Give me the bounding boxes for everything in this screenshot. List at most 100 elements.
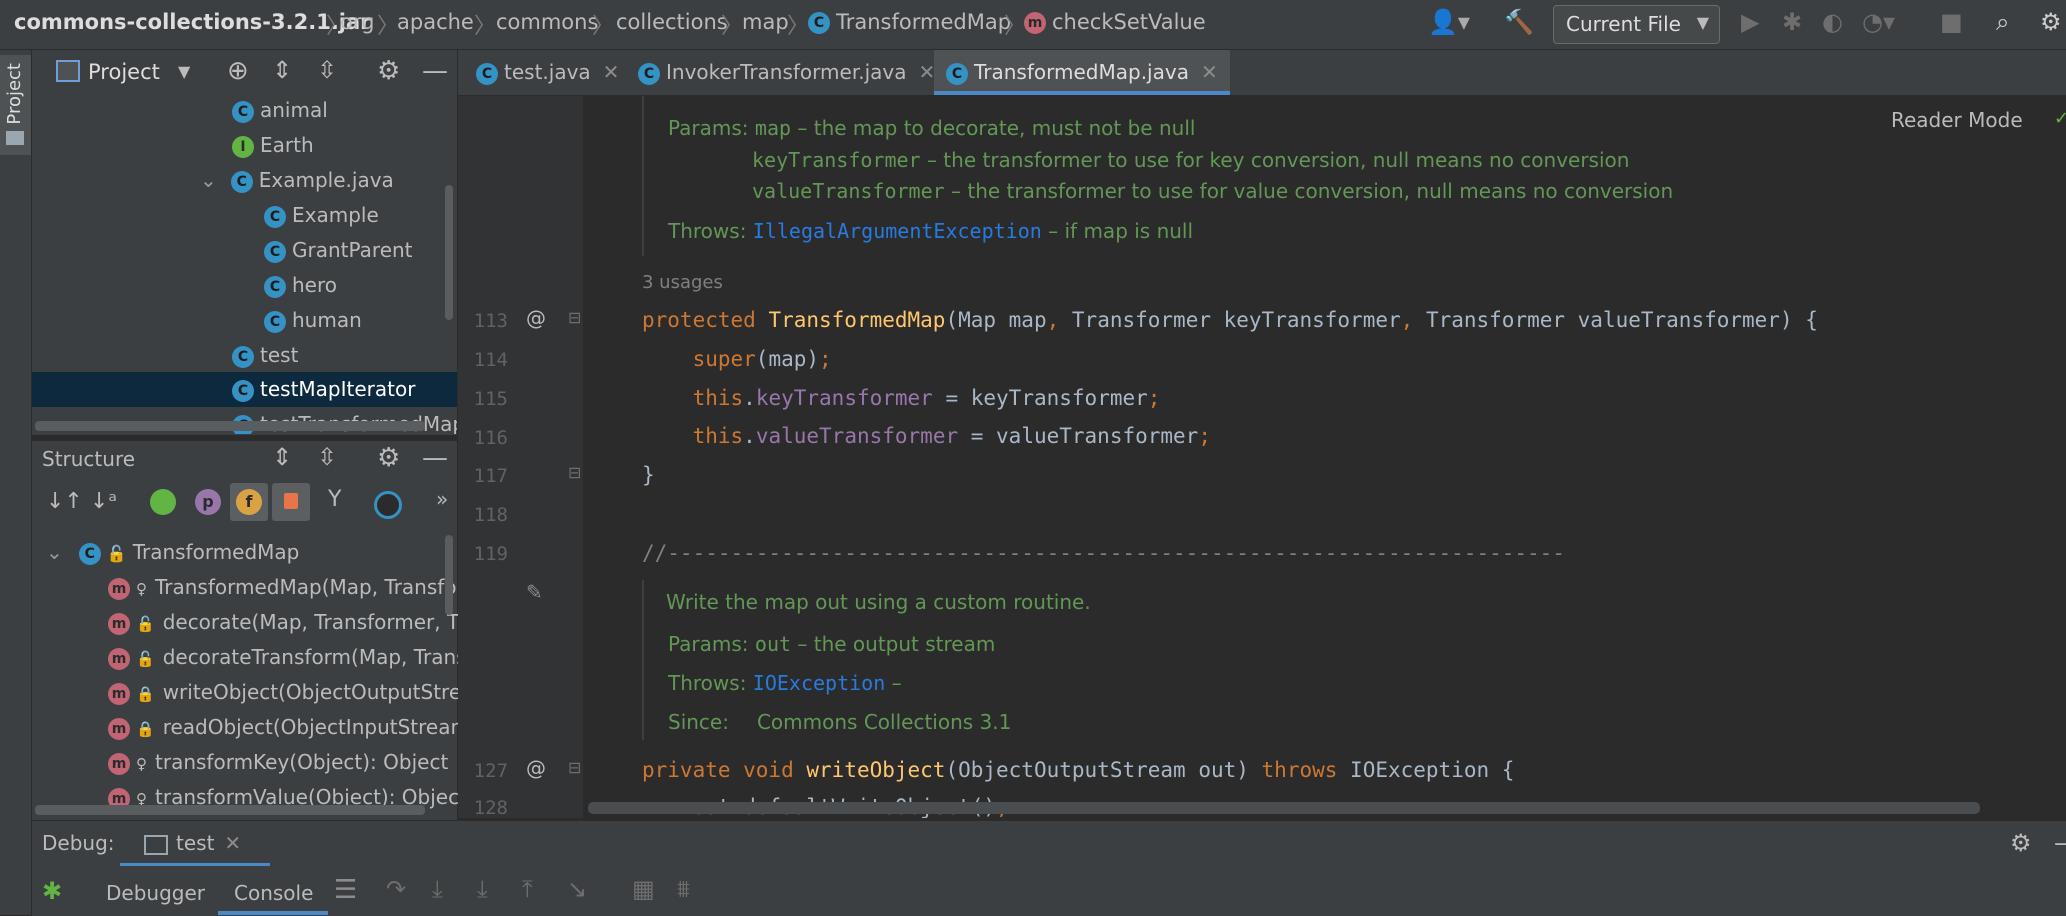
breadcrumb-org[interactable]: org <box>340 10 374 34</box>
anonymous-classes-icon[interactable] <box>374 491 402 519</box>
show-inherited-icon[interactable] <box>150 489 176 515</box>
breadcrumb-map[interactable]: map <box>742 10 789 34</box>
structure-vertical-scrollbar[interactable] <box>445 535 453 615</box>
javadoc-throws-link[interactable]: IllegalArgumentException <box>753 219 1042 243</box>
tab-label: TransformedMap.java <box>974 60 1189 84</box>
gear-icon[interactable]: ⚙ <box>2010 829 2032 857</box>
fold-end-icon[interactable]: ⊟ <box>568 463 581 482</box>
javadoc-param-name: map <box>754 116 792 140</box>
structure-root[interactable]: ⌄ C 🔓 TransformedMap <box>46 540 299 565</box>
tab-debugger[interactable]: Debugger <box>106 881 205 905</box>
evaluate-expression-icon[interactable]: ▦ <box>632 875 655 903</box>
minimize-icon[interactable]: — <box>422 443 448 473</box>
coverage-icon[interactable]: ◐ <box>1822 8 1843 36</box>
show-fields-toggle[interactable]: f <box>230 483 268 521</box>
annotation-marker-icon[interactable]: @ <box>526 756 546 780</box>
tree-item-human[interactable]: Chuman <box>264 308 362 333</box>
debug-session-tab[interactable]: test ✕ <box>144 831 241 855</box>
show-non-public-toggle[interactable] <box>272 483 310 521</box>
tab-invokertransformer-java[interactable]: C InvokerTransformer.java ✕ <box>638 50 935 95</box>
javadoc-throws-link[interactable]: IOException <box>753 671 885 695</box>
structure-item-label: decorate(Map, Transformer, Tra <box>162 610 458 634</box>
breadcrumb-jar[interactable]: commons-collections-3.2.1.jar <box>14 10 371 34</box>
tree-item-grantparent[interactable]: C GrantParent <box>264 238 413 263</box>
debug-bug-icon[interactable]: ✱ <box>42 877 62 905</box>
project-panel-title[interactable]: Project <box>88 60 160 84</box>
tab-test-java[interactable]: Ctest.java ✕ <box>476 50 619 95</box>
expand-all-icon[interactable]: ⇕ <box>272 56 292 84</box>
search-icon[interactable]: ⌕ <box>1996 8 2009 36</box>
project-tool-tab[interactable]: Project <box>0 55 31 155</box>
tree-item-label: animal <box>260 98 328 122</box>
more-options-icon[interactable]: » <box>436 487 448 511</box>
tree-item-example[interactable]: C Example <box>264 203 379 228</box>
profiler-icon[interactable]: ◔▾ <box>1862 8 1895 36</box>
force-step-into-icon[interactable]: ⤓ <box>477 875 488 903</box>
breadcrumb-commons[interactable]: commons <box>496 10 598 34</box>
collapse-all-icon[interactable]: ⇳ <box>317 443 337 471</box>
javadoc-throws-desc: – if map is null <box>1048 219 1194 243</box>
sort-by-visibility-icon[interactable]: ↓↑ <box>46 489 83 514</box>
structure-item[interactable]: m 🔓 decorate(Map, Transformer, Tra <box>108 610 458 635</box>
project-vertical-scrollbar[interactable] <box>445 185 453 320</box>
step-over-icon[interactable]: ↷ <box>386 875 406 903</box>
reader-mode-toggle[interactable]: Reader Mode <box>1891 108 2023 132</box>
breadcrumb-collections[interactable]: collections <box>616 10 728 34</box>
minimize-icon[interactable]: — <box>2054 829 2066 857</box>
stop-icon[interactable]: ■ <box>1940 8 1963 36</box>
tree-item-testmapiterator[interactable]: CtestMapIterator <box>232 377 415 402</box>
structure-item[interactable]: m ♀ TransformedMap(Map, Transfor <box>108 575 458 600</box>
editor-horizontal-scrollbar[interactable] <box>588 802 1980 814</box>
edit-pencil-icon[interactable]: ✎ <box>526 580 543 604</box>
locate-icon[interactable]: ⊕ <box>227 56 249 86</box>
structure-item[interactable]: m ♀ transformKey(Object): Object <box>108 750 458 775</box>
gear-icon[interactable]: ⚙ <box>377 443 400 473</box>
collapse-all-icon[interactable]: ⇳ <box>317 56 337 84</box>
annotation-marker-icon[interactable]: @ <box>526 306 546 330</box>
trace-icon[interactable]: ⩩ <box>677 875 690 903</box>
gear-icon[interactable]: ⚙ <box>377 56 400 86</box>
settings-icon[interactable]: ⚙ <box>2040 8 2062 36</box>
debug-icon[interactable]: ✱ <box>1782 8 1802 36</box>
chevron-down-icon[interactable]: ▼ <box>178 62 190 81</box>
structure-item[interactable]: m 🔓 decorateTransform(Map, Transf <box>108 645 458 670</box>
structure-item[interactable]: m 🔒 readObject(ObjectInputStream) <box>108 715 458 740</box>
structure-item[interactable]: m 🔒 writeObject(ObjectOutputStrear <box>108 680 458 705</box>
tree-item-animal[interactable]: Canimal <box>232 98 328 123</box>
close-icon[interactable]: ✕ <box>603 60 620 84</box>
project-horizontal-scrollbar[interactable] <box>35 421 425 431</box>
class-icon: C <box>232 345 254 368</box>
expand-all-icon[interactable]: ⇕ <box>272 443 292 471</box>
minimize-icon[interactable]: — <box>422 56 448 86</box>
fold-icon[interactable]: ⊟ <box>568 758 581 777</box>
tree-item-hero[interactable]: Chero <box>264 273 337 298</box>
class-icon: C <box>476 62 498 85</box>
tab-transformedmap-java[interactable]: C TransformedMap.java ✕ <box>934 50 1230 95</box>
javadoc-block <box>642 580 644 740</box>
run-icon[interactable]: ▶ <box>1741 8 1759 36</box>
breadcrumb-class[interactable]: C TransformedMap <box>808 10 1011 34</box>
close-icon[interactable]: ✕ <box>1201 60 1218 84</box>
breadcrumb-method[interactable]: m checkSetValue <box>1024 10 1206 34</box>
step-out-icon[interactable]: ⤒ <box>522 875 533 903</box>
sort-alphabetically-icon[interactable]: ↓ᵃ <box>90 489 117 514</box>
run-configuration-dropdown[interactable]: Current File ▼ <box>1553 5 1720 44</box>
build-hammer-icon[interactable]: 🔨 <box>1504 8 1534 36</box>
breadcrumb-apache[interactable]: apache <box>397 10 474 34</box>
tree-item-earth[interactable]: I Earth <box>232 133 314 158</box>
structure-horizontal-scrollbar[interactable] <box>35 805 425 815</box>
menu-icon[interactable]: ☰ <box>334 875 357 905</box>
usages-hint[interactable]: 3 usages <box>642 272 723 293</box>
tree-item-test[interactable]: Ctest <box>232 343 298 368</box>
show-lambdas-icon[interactable]: Y <box>328 487 341 512</box>
show-properties-icon[interactable]: p <box>195 489 221 515</box>
user-icon[interactable]: 👤▾ <box>1428 8 1470 36</box>
tree-item-example-java[interactable]: ⌄ C Example.java <box>200 168 394 193</box>
class-icon: C <box>230 170 253 193</box>
step-into-icon[interactable]: ⤓ <box>432 875 443 903</box>
tab-console[interactable]: Console <box>234 881 313 905</box>
close-icon[interactable]: ✕ <box>918 60 935 84</box>
close-icon[interactable]: ✕ <box>224 831 241 855</box>
run-to-cursor-icon[interactable]: ↘ <box>567 875 587 903</box>
fold-icon[interactable]: ⊟ <box>568 308 581 327</box>
